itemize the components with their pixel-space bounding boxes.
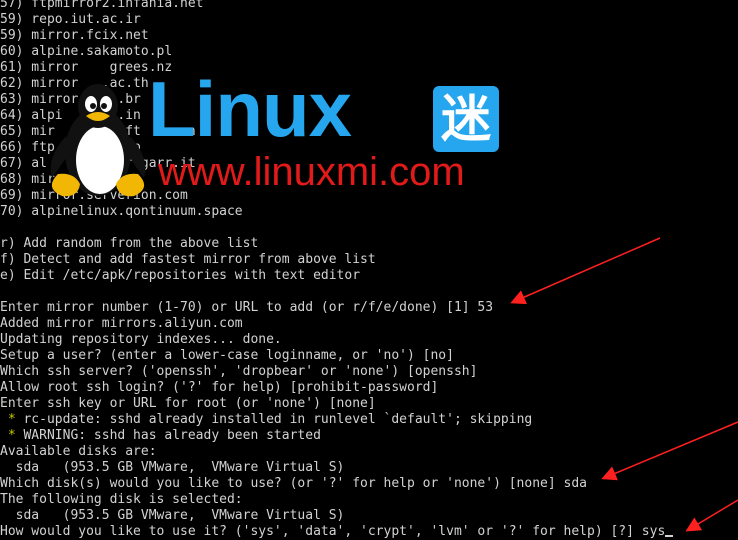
status-star: *: [7, 428, 16, 443]
terminal-line: 70) alpinelinux.qontinuum.space: [0, 204, 243, 219]
terminal-line: r) Add random from the above list: [0, 236, 259, 251]
text-cursor: [665, 535, 674, 537]
terminal-line: Which disk(s) would you like to use? (or…: [0, 476, 587, 491]
status-star: *: [7, 412, 16, 427]
terminal-line: 59) mirror.fcix.net: [0, 28, 149, 43]
terminal-line: 59) repo.iut.ac.ir: [0, 12, 141, 27]
penguin-icon: [50, 84, 146, 197]
terminal-line: * WARNING: sshd has already been started: [7, 428, 321, 443]
terminal-line: sda (953.5 GB VMware, VMware Virtual S): [0, 460, 345, 475]
terminal-line: Allow root ssh login? ('?' for help) [pr…: [0, 380, 439, 395]
terminal-line: f) Detect and add fastest mirror from ab…: [0, 252, 376, 267]
terminal-line: The following disk is selected:: [0, 492, 243, 507]
terminal-line: e) Edit /etc/apk/repositories with text …: [0, 268, 361, 283]
logo-url: www.linuxmi.com: [158, 150, 465, 194]
terminal-line: 57) ftpmirror2.infania.net: [0, 0, 204, 11]
terminal-line: Available disks are:: [0, 444, 157, 459]
logo-cjk-badge: 迷: [433, 86, 499, 152]
terminal-line: Added mirror mirrors.aliyun.com: [0, 316, 243, 331]
terminal-line: Which ssh server? ('openssh', 'dropbear'…: [0, 364, 478, 379]
terminal-line: Enter mirror number (1-70) or URL to add…: [0, 300, 494, 315]
logo-word: Linux: [148, 65, 352, 153]
linuxmi-watermark: Linux 迷 www.linuxmi.com: [38, 70, 518, 200]
terminal-line: Updating repository indexes... done.: [0, 332, 282, 347]
terminal-line: 60) alpine.sakamoto.pl: [0, 44, 173, 59]
terminal-line: How would you like to use it? ('sys', 'd…: [0, 524, 738, 540]
terminal-line: sda (953.5 GB VMware, VMware Virtual S): [0, 508, 345, 523]
terminal-line: * rc-update: sshd already installed in r…: [7, 412, 533, 427]
terminal-line: Enter ssh key or URL for root (or 'none'…: [0, 396, 376, 411]
terminal-line: Setup a user? (enter a lower-case loginn…: [0, 348, 454, 363]
